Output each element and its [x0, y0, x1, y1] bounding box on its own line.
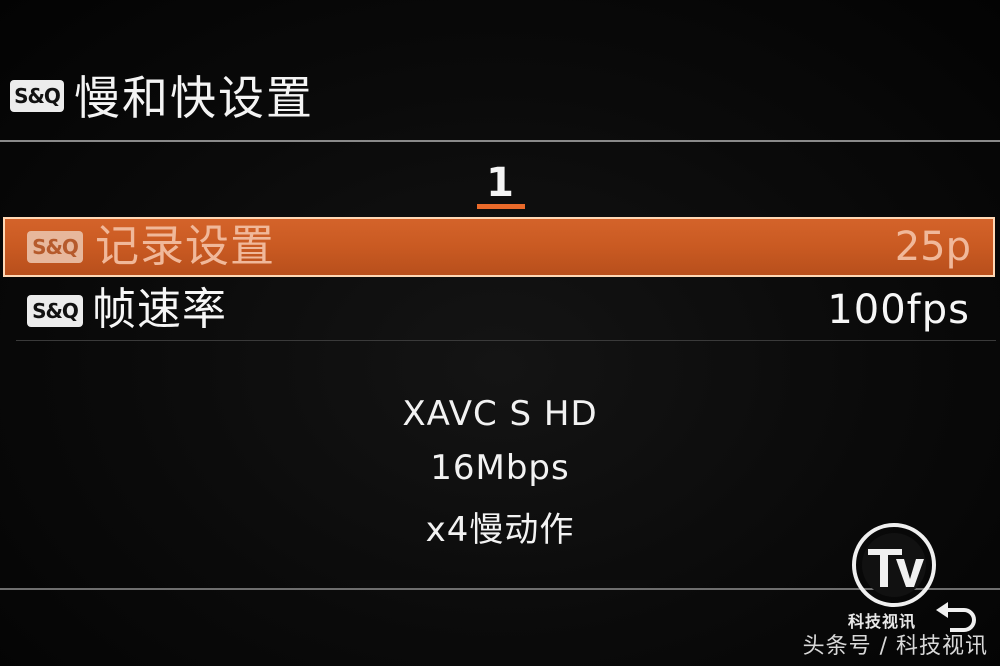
page-title: 慢和快设置: [74, 71, 314, 125]
menu-divider: [16, 340, 996, 341]
sq-mode-badge: S&Q: [27, 295, 83, 327]
recording-bitrate: 16Mbps: [430, 448, 570, 488]
menu-item-value: 100fps: [827, 287, 970, 333]
menu-item-frame-rate[interactable]: S&Q 帧速率 100fps: [0, 279, 1000, 339]
slow-motion-factor: x4慢动作: [425, 510, 575, 550]
menu-item-record-setting[interactable]: S&Q 记录设置 25p: [3, 217, 995, 277]
tv-logo-icon: [852, 523, 936, 607]
menu-item-label: 帧速率: [92, 284, 227, 335]
page-indicator[interactable]: 1: [470, 160, 530, 206]
watermark-footer: 头条号 / 科技视讯: [802, 634, 988, 659]
menu-item-label: 记录设置: [95, 221, 275, 272]
sq-mode-badge: S&Q: [10, 80, 64, 112]
menu-item-value: 25p: [894, 224, 971, 270]
camera-menu-screen: S&Q 慢和快设置 1 S&Q 记录设置 25p S&Q 帧速率 100fps …: [0, 0, 1000, 666]
menu-header: S&Q 慢和快设置: [0, 62, 1000, 142]
sq-mode-badge: S&Q: [27, 231, 83, 263]
header-divider: [0, 140, 1000, 142]
recording-format: XAVC S HD: [402, 394, 598, 434]
page-indicator-underline: [477, 204, 525, 209]
